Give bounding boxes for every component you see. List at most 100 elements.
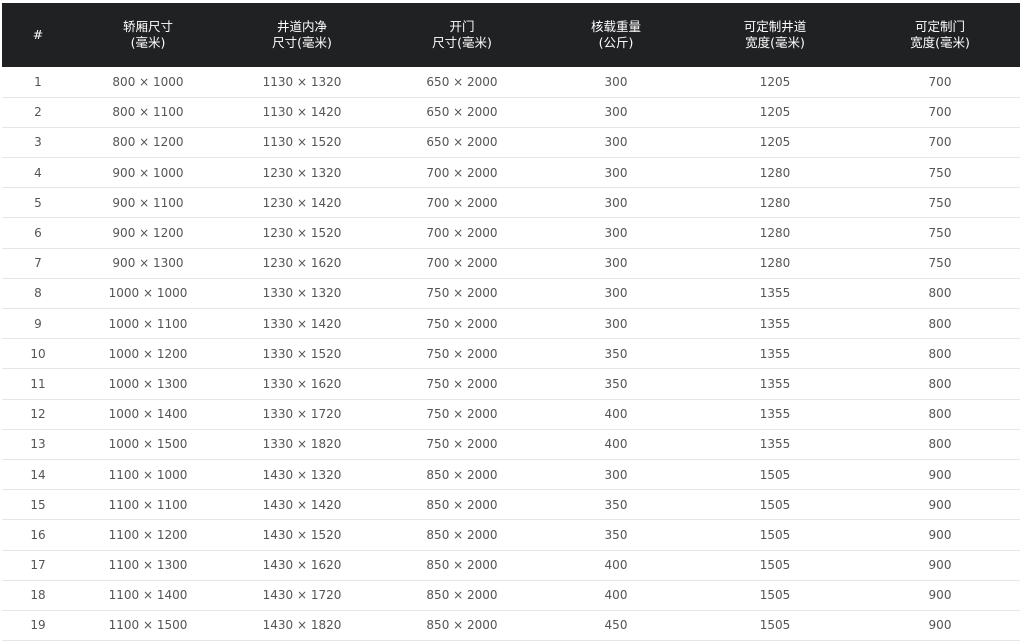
cell-index: 9 [34,316,42,331]
cell-custom-door-width: 800 [928,376,952,391]
cell-car-size: 1000 × 1500 [108,437,188,452]
cell-custom-door-width: 900 [928,467,952,482]
cell-custom-door-width: 900 [928,527,952,542]
cell-rated-load: 300 [604,467,628,482]
cell-door-size: 700 × 2000 [426,195,498,210]
cell-rated-load: 350 [604,497,628,512]
cell-rated-load: 300 [604,74,628,89]
cell-index: 4 [34,165,42,180]
cell-index: 15 [30,497,46,512]
cell-shaft-size: 1230 × 1320 [262,165,342,180]
cell-car-size: 1100 × 1300 [108,558,188,573]
cell-index: 16 [30,527,46,542]
cell-custom-shaft-width: 1505 [759,527,791,542]
cell-door-size: 850 × 2000 [426,497,498,512]
cell-custom-door-width: 900 [928,618,952,633]
cell-custom-door-width: 700 [928,74,952,89]
cell-car-size: 1100 × 1200 [108,527,188,542]
table-row: 13 1000 × 1500 1330 × 1820 750 × 2000 400 135… [2,429,1020,460]
header-door-size: 开门 尺寸(毫米) [432,19,492,50]
cell-shaft-size: 1430 × 1820 [262,618,342,633]
cell-rated-load: 450 [604,618,628,633]
cell-car-size: 1100 × 1000 [108,467,188,482]
cell-custom-door-width: 750 [928,226,952,241]
cell-shaft-size: 1230 × 1620 [262,256,342,271]
cell-door-size: 650 × 2000 [426,74,498,89]
cell-shaft-size: 1430 × 1420 [262,497,342,512]
cell-car-size: 800 × 1000 [112,74,184,89]
table-row: 11 1000 × 1300 1330 × 1620 750 × 2000 350 135… [2,369,1020,400]
cell-custom-door-width: 750 [928,195,952,210]
cell-door-size: 700 × 2000 [426,226,498,241]
cell-shaft-size: 1330 × 1520 [262,346,342,361]
cell-custom-shaft-width: 1505 [759,467,791,482]
cell-index: 1 [34,74,42,89]
cell-custom-door-width: 800 [928,286,952,301]
cell-shaft-size: 1330 × 1820 [262,437,342,452]
cell-car-size: 1000 × 1000 [108,286,188,301]
cell-door-size: 750 × 2000 [426,407,498,422]
cell-index: 3 [34,135,42,150]
cell-rated-load: 400 [604,407,628,422]
cell-custom-door-width: 750 [928,256,952,271]
cell-index: 19 [30,618,46,633]
cell-shaft-size: 1330 × 1420 [262,316,342,331]
cell-custom-door-width: 700 [928,105,952,120]
cell-shaft-size: 1430 × 1620 [262,558,342,573]
table-row: 6 900 × 1200 1230 × 1520 700 × 2000 300 1280 7… [2,218,1020,249]
table-row: 10 1000 × 1200 1330 × 1520 750 × 2000 350 135… [2,339,1020,369]
table-row: 16 1100 × 1200 1430 × 1520 850 × 2000 350 150… [2,520,1020,550]
cell-custom-door-width: 800 [928,437,952,452]
cell-index: 14 [30,467,46,482]
cell-shaft-size: 1330 × 1620 [262,376,342,391]
cell-car-size: 900 × 1000 [112,165,184,180]
cell-door-size: 750 × 2000 [426,376,498,391]
table-row: 1 800 × 1000 1130 × 1320 650 × 2000 300 1205 7… [2,67,1020,98]
cell-door-size: 850 × 2000 [426,618,498,633]
cell-index: 5 [34,195,42,210]
cell-custom-shaft-width: 1280 [759,226,791,241]
cell-rated-load: 300 [604,226,628,241]
cell-car-size: 900 × 1200 [112,226,184,241]
cell-custom-shaft-width: 1280 [759,195,791,210]
cell-index: 18 [30,588,46,603]
cell-car-size: 1000 × 1400 [108,407,188,422]
cell-shaft-size: 1330 × 1320 [262,286,342,301]
cell-custom-shaft-width: 1205 [759,135,791,150]
cell-car-size: 1100 × 1400 [108,588,188,603]
cell-car-size: 800 × 1100 [112,105,184,120]
cell-index: 17 [30,558,46,573]
cell-car-size: 1000 × 1100 [108,316,188,331]
cell-door-size: 650 × 2000 [426,105,498,120]
table-row: 4 900 × 1000 1230 × 1320 700 × 2000 300 1280 7… [2,158,1020,188]
cell-index: 12 [30,407,46,422]
cell-door-size: 700 × 2000 [426,165,498,180]
cell-rated-load: 350 [604,376,628,391]
cell-index: 6 [34,226,42,241]
cell-custom-shaft-width: 1205 [759,74,791,89]
cell-custom-shaft-width: 1505 [759,558,791,573]
cell-door-size: 850 × 2000 [426,588,498,603]
cell-custom-shaft-width: 1505 [759,588,791,603]
header-rated-load: 核载重量 (公斤) [590,19,641,50]
cell-door-size: 750 × 2000 [426,346,498,361]
cell-car-size: 1000 × 1200 [108,346,188,361]
header-car-size: 轿厢尺寸 (毫米) [122,19,173,50]
cell-custom-shaft-width: 1205 [759,105,791,120]
cell-custom-door-width: 800 [928,407,952,422]
cell-custom-shaft-width: 1355 [759,407,791,422]
cell-index: 7 [34,256,42,271]
cell-rated-load: 300 [604,316,628,331]
table-row: 14 1100 × 1000 1430 × 1320 850 × 2000 300 150… [2,459,1020,490]
cell-index: 2 [34,105,42,120]
cell-door-size: 650 × 2000 [426,135,498,150]
cell-shaft-size: 1230 × 1420 [262,195,342,210]
cell-index: 8 [34,286,42,301]
cell-custom-shaft-width: 1280 [759,165,791,180]
cell-shaft-size: 1430 × 1320 [262,467,342,482]
cell-index: 13 [30,437,46,452]
cell-car-size: 800 × 1200 [112,135,184,150]
table-row: 5 900 × 1100 1230 × 1420 700 × 2000 300 1280 7… [2,188,1020,218]
cell-index: 10 [30,346,46,361]
cell-rated-load: 300 [604,256,628,271]
